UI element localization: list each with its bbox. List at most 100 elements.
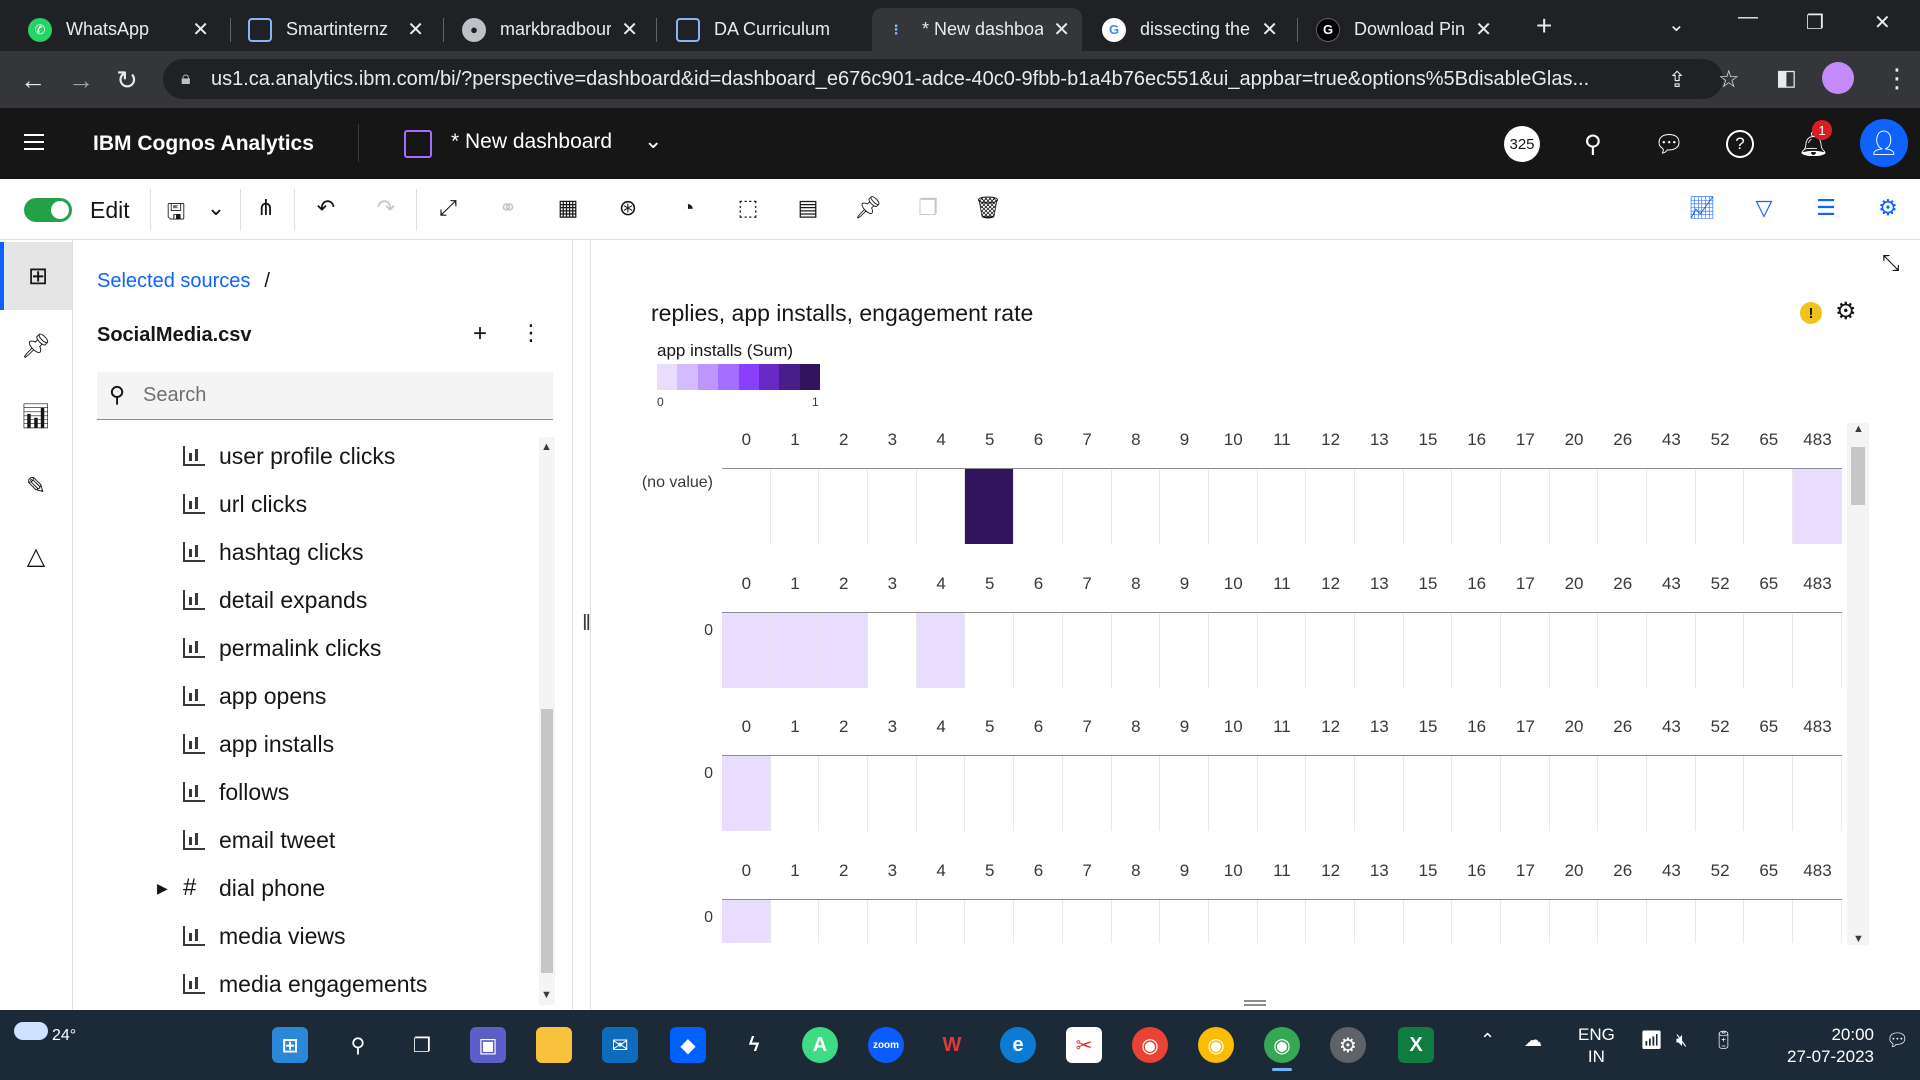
search-icon[interactable]: ⚲ [1584,130,1602,159]
battery-icon[interactable]: 🔋︎ [1712,1030,1735,1051]
user-avatar[interactable]: 👤︎ [1860,119,1908,167]
heatmap-cell[interactable] [1744,900,1794,943]
heatmap-cell[interactable] [1063,900,1112,943]
mail-icon[interactable]: ✉ [602,1027,638,1063]
heatmap-cell[interactable] [1744,756,1794,831]
wps-icon[interactable]: W [934,1027,970,1063]
close-icon[interactable]: ✕ [621,17,638,42]
heatmap-cell[interactable] [1014,756,1063,831]
widgets-icon[interactable]: ▦ [554,195,582,221]
heatmap-cell[interactable] [1209,900,1258,943]
heatmap-cell[interactable] [1452,900,1501,943]
field-list-scrollbar[interactable]: ▲ ▼ [539,437,555,1005]
minimize-button[interactable]: — [1738,6,1758,29]
search-icon[interactable]: ⚲ [340,1027,376,1063]
heatmap-cell[interactable] [1744,469,1794,544]
volume-icon[interactable]: 🔇︎ [1676,1030,1687,1051]
excel-icon[interactable]: X [1398,1027,1434,1063]
scroll-up-icon[interactable]: ▲ [541,441,552,453]
heatmap-cell[interactable] [771,469,820,544]
delete-icon[interactable]: 🗑︎ [974,195,1002,221]
heatmap-cell[interactable] [1258,900,1307,943]
heatmap-cell[interactable] [1209,613,1258,688]
dashboard-title[interactable]: * New dashboard [451,130,612,154]
list-item[interactable]: url clicks [183,484,307,524]
chat-icon[interactable]: 💬︎ [1654,130,1684,159]
heatmap-cell[interactable] [1501,900,1550,943]
notification-center-icon[interactable]: 💬︎ [1886,1030,1909,1051]
heatmap-cell[interactable] [1306,613,1355,688]
start-icon[interactable]: ⊞ [272,1027,308,1063]
heatmap-cell[interactable] [1306,900,1355,943]
list-item[interactable]: app opens [183,676,326,716]
heatmap-cell[interactable] [1355,900,1404,943]
edge-icon[interactable]: e [1000,1027,1036,1063]
heatmap-cell[interactable] [1160,756,1209,831]
snipping-tool-icon[interactable]: ✂ [1066,1027,1102,1063]
forward-icon[interactable]: → [68,65,94,96]
connection-icon[interactable]: ⚭ [494,195,522,221]
heatmap-cell[interactable] [1063,469,1112,544]
share-icon[interactable]: ⋔ [252,195,280,221]
chrome-icon[interactable]: ◉ [1264,1027,1300,1071]
filter-icon[interactable]: ▽ [1750,195,1778,221]
chrome-icon[interactable]: ◉ [1198,1027,1234,1063]
heatmap-cell[interactable] [965,756,1015,831]
list-item[interactable]: ▶ # dial phone [157,868,325,908]
heatmap-cell[interactable] [868,756,917,831]
list-item[interactable]: email tweet [183,820,335,860]
heatmap-cell[interactable] [965,469,1015,544]
heatmap-cell[interactable] [1696,756,1745,831]
copy-icon[interactable]: ❐ [914,195,942,221]
properties-icon[interactable]: ☰ [1812,195,1840,221]
heatmap-cell[interactable] [1258,756,1307,831]
heatmap-cell[interactable] [1550,900,1599,943]
redo-icon[interactable]: ↷ [372,195,400,221]
heatmap-cell[interactable] [1696,613,1745,688]
heatmap-cell[interactable] [1696,900,1745,943]
wifi-icon[interactable]: 📶︎ [1640,1030,1663,1051]
list-item[interactable]: user profile clicks [183,436,395,476]
zoom-icon[interactable]: zoom [868,1027,904,1063]
scroll-down-icon[interactable]: ▼ [541,989,552,1001]
file-explorer-icon[interactable] [536,1027,572,1063]
scrollbar-thumb[interactable] [541,709,553,973]
onedrive-icon[interactable]: ☁ [1524,1030,1542,1051]
heatmap-cell[interactable] [770,613,820,688]
close-icon[interactable]: ✕ [1475,17,1492,42]
browser-tab[interactable]: Smartinternz ✕ [236,8,436,51]
edit-toggle[interactable] [24,198,72,222]
close-icon[interactable]: ✕ [407,17,424,42]
heatmap-cell[interactable] [1598,900,1648,943]
heatmap-cell[interactable] [819,756,869,831]
heatmap-cell[interactable] [1501,756,1550,831]
heatmap-cell[interactable] [1014,900,1063,943]
heatmap-cell[interactable] [771,756,820,831]
browser-tab-active[interactable]: ⋮ * New dashboard ✕ [872,8,1082,51]
heatmap-cell[interactable] [1452,756,1501,831]
list-item[interactable]: hashtag clicks [183,532,363,572]
heatmap-cell[interactable] [965,613,1015,688]
heatmap-cell[interactable] [1355,613,1404,688]
overflow-menu-icon[interactable]: ⋮ [520,320,542,346]
back-icon[interactable]: ← [20,65,46,96]
save-icon[interactable]: 🖫︎ [162,195,190,233]
fullscreen-icon[interactable]: ⤢ [434,195,462,221]
collapse-icon[interactable]: ⤡ [1882,250,1900,276]
data-sources-icon[interactable]: ⊞ [0,242,72,310]
expand-caret-icon[interactable]: ▶ [157,880,168,897]
heatmap-cell[interactable] [917,900,966,943]
heatmap-cell[interactable] [1793,756,1842,831]
new-tab-button[interactable]: + [1536,10,1552,42]
close-window-button[interactable]: ✕ [1874,10,1891,35]
heatmap-cell[interactable] [722,613,771,688]
bolt-icon[interactable]: ϟ [736,1027,772,1063]
heatmap-cell[interactable] [1258,469,1307,544]
close-icon[interactable]: ✕ [192,17,209,42]
heatmap-cell[interactable] [917,469,966,544]
bookmark-star-icon[interactable]: ☆ [1718,65,1740,94]
heatmap-cell[interactable] [819,469,869,544]
assistant-icon[interactable]: ⊛ [614,195,642,221]
heatmap-cell[interactable] [1744,613,1794,688]
help-icon[interactable]: ? [1726,130,1754,158]
